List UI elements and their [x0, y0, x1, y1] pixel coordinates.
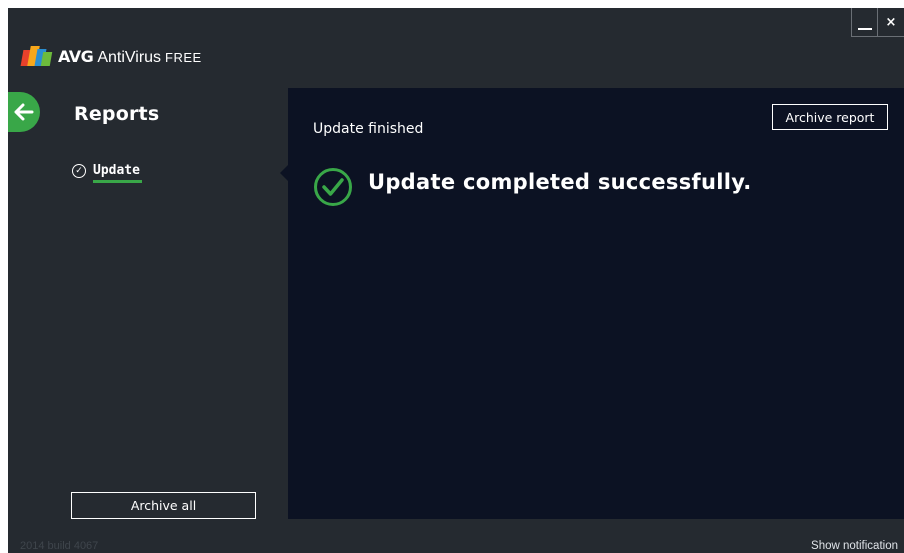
sidebar-item-label: Update	[93, 163, 142, 183]
report-title: Update finished	[313, 121, 424, 137]
arrow-left-icon	[14, 103, 34, 121]
sidebar-item-update[interactable]: ✓ Update	[72, 163, 142, 183]
minimize-button[interactable]	[852, 8, 878, 36]
report-panel: Update finished Archive report Update co…	[288, 88, 904, 519]
archive-all-button[interactable]: Archive all	[71, 492, 256, 519]
close-icon: ×	[885, 14, 897, 30]
app-window: AVG AntiVirus FREE × Reports ✓ Update Ar…	[8, 8, 904, 553]
product-name: AntiVirus	[97, 49, 162, 66]
page-title: Reports	[74, 103, 160, 125]
success-check-icon	[314, 168, 352, 206]
show-notification-link[interactable]: Show notification	[811, 540, 898, 552]
check-circle-icon: ✓	[72, 163, 86, 178]
app-logo: AVG AntiVirus FREE	[20, 46, 202, 68]
brand-name: AVG	[58, 47, 94, 66]
minimize-icon	[857, 28, 872, 30]
selection-pointer	[280, 165, 288, 181]
status-message: Update completed successfully.	[368, 170, 752, 194]
version-label: 2014 build 4067	[20, 540, 99, 552]
back-button[interactable]	[8, 92, 40, 132]
archive-report-button[interactable]: Archive report	[772, 104, 888, 130]
edition-name: FREE	[165, 50, 202, 65]
avg-logo-icon	[20, 46, 53, 68]
close-button[interactable]: ×	[878, 8, 904, 36]
window-controls: ×	[851, 8, 904, 37]
